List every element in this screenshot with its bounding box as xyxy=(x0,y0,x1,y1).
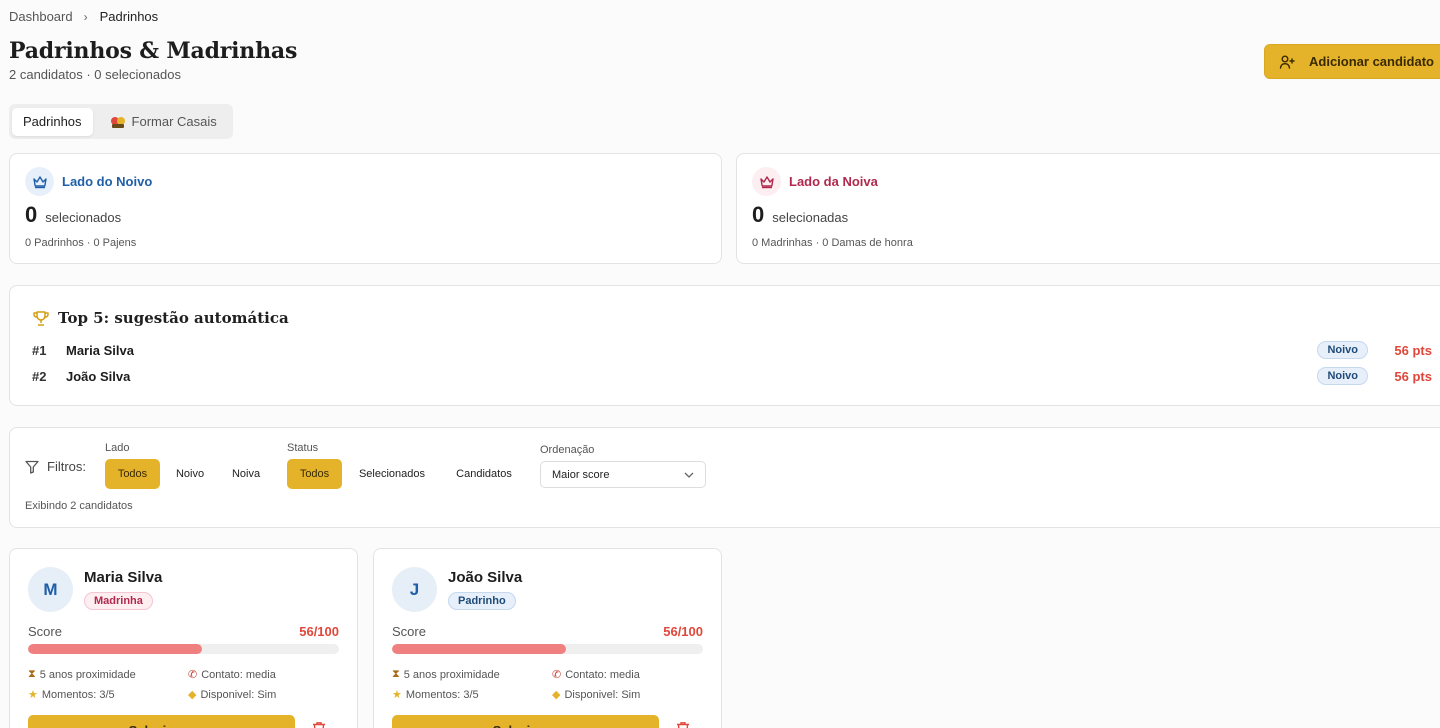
score-label: Score xyxy=(392,624,426,639)
rank-name: João Silva xyxy=(66,368,131,384)
rank-points: 56 pts xyxy=(1394,342,1432,358)
score-bar xyxy=(392,644,703,654)
contact-text: Contato: media xyxy=(201,668,276,681)
rank-points: 56 pts xyxy=(1394,368,1432,384)
sort-select-value: Maior score xyxy=(552,468,610,481)
avatar: M xyxy=(28,567,73,612)
contact-text: Contato: media xyxy=(565,668,640,681)
rank-number: #1 xyxy=(32,342,47,358)
lado-noivo-button[interactable]: Noivo xyxy=(165,459,215,489)
role-badge: Madrinha xyxy=(84,592,153,610)
crown-icon xyxy=(752,167,781,196)
tab-padrinhos[interactable]: Padrinhos xyxy=(12,107,93,136)
breadcrumb-current: Padrinhos xyxy=(99,9,159,24)
trash-icon[interactable] xyxy=(676,721,690,728)
page-title: Padrinhos & Madrinhas xyxy=(9,38,298,64)
top5-suggestion-card: Top 5: sugestão automática #1 Maria Silv… xyxy=(9,285,1440,406)
select-candidate-button[interactable]: Selecionar xyxy=(28,715,295,728)
lado-todos-button[interactable]: Todos xyxy=(105,459,160,489)
select-candidate-button[interactable]: Selecionar xyxy=(392,715,659,728)
ordenacao-label: Ordenação xyxy=(540,444,595,456)
lado-filter-label: Lado xyxy=(105,442,130,454)
score-bar-fill xyxy=(28,644,203,654)
phone-icon: ✆ xyxy=(188,669,198,681)
noivo-selected-count: 0 xyxy=(25,202,38,227)
noiva-breakdown: 0 Madrinhas · 0 Damas de honra xyxy=(752,237,913,249)
breadcrumb: Dashboard › Padrinhos xyxy=(9,9,158,24)
results-count: Exibindo 2 candidatos xyxy=(25,500,133,512)
handshake-icon: ◆ xyxy=(552,689,561,701)
side-badge: Noivo xyxy=(1317,341,1368,359)
role-badge: Padrinho xyxy=(448,592,516,610)
breadcrumb-dashboard-link[interactable]: Dashboard xyxy=(9,9,73,24)
chevron-right-icon: › xyxy=(83,9,88,24)
handshake-icon: ◆ xyxy=(188,689,197,701)
filter-icon xyxy=(25,460,39,474)
list-item[interactable]: #1 Maria Silva Noivo 56 pts xyxy=(32,340,1432,360)
trophy-icon xyxy=(33,310,49,326)
score-bar xyxy=(28,644,339,654)
status-todos-button[interactable]: Todos xyxy=(287,459,342,489)
avatar: J xyxy=(392,567,437,612)
filters-card: Filtros: Lado Todos Noivo Noiva Status T… xyxy=(9,427,1440,528)
noivo-count-label: selecionados xyxy=(45,210,122,225)
couple-icon xyxy=(110,116,125,128)
score-label: Score xyxy=(28,624,62,639)
star-icon: ★ xyxy=(28,689,38,701)
available-text: Disponivel: Sim xyxy=(564,688,641,701)
status-filter-label: Status xyxy=(287,442,319,454)
candidate-name: João Silva xyxy=(448,569,523,586)
candidate-card: J João Silva Padrinho Score 56/100 ⧗ 5 a… xyxy=(373,548,722,728)
available-text: Disponivel: Sim xyxy=(200,688,277,701)
moments-text: Momentos: 3/5 xyxy=(405,688,479,701)
score-value: 56/100 xyxy=(299,624,339,639)
phone-icon: ✆ xyxy=(552,669,562,681)
hourglass-icon: ⧗ xyxy=(28,668,36,680)
top5-title: Top 5: sugestão automática xyxy=(58,309,289,327)
list-item[interactable]: #2 João Silva Noivo 56 pts xyxy=(32,366,1432,386)
noivo-side-title: Lado do Noivo xyxy=(62,174,153,189)
page-subtitle: 2 candidatos · 0 selecionados xyxy=(9,67,182,82)
noiva-selected-count: 0 xyxy=(752,202,765,227)
noivo-side-card: Lado do Noivo 0 selecionados 0 Padrinhos… xyxy=(9,153,722,264)
noiva-side-title: Lado da Noiva xyxy=(789,174,878,189)
noiva-side-card: Lado da Noiva 0 selecionadas 0 Madrinhas… xyxy=(736,153,1440,264)
star-icon: ★ xyxy=(392,689,402,701)
status-selecionados-button[interactable]: Selecionados xyxy=(348,459,436,489)
view-tabs: Padrinhos Formar Casais xyxy=(9,104,233,139)
add-candidate-button[interactable]: Adicionar candidato xyxy=(1264,44,1440,79)
add-candidate-label: Adicionar candidato xyxy=(1309,54,1434,69)
moments-text: Momentos: 3/5 xyxy=(41,688,115,701)
candidate-card: M Maria Silva Madrinha Score 56/100 ⧗ 5 … xyxy=(9,548,358,728)
user-plus-icon xyxy=(1279,55,1295,69)
score-value: 56/100 xyxy=(663,624,703,639)
sort-select[interactable]: Maior score xyxy=(540,461,706,488)
tab-padrinhos-label: Padrinhos xyxy=(23,114,82,129)
chevron-down-icon xyxy=(684,472,694,478)
rank-name: Maria Silva xyxy=(66,342,134,358)
tab-formar-casais[interactable]: Formar Casais xyxy=(99,108,228,136)
lado-noiva-button[interactable]: Noiva xyxy=(221,459,271,489)
hourglass-icon: ⧗ xyxy=(392,668,400,680)
noiva-count-label: selecionadas xyxy=(772,210,849,225)
crown-icon xyxy=(25,167,54,196)
noivo-breakdown: 0 Padrinhos · 0 Pajens xyxy=(25,237,137,249)
filters-label: Filtros: xyxy=(47,459,86,474)
status-candidatos-button[interactable]: Candidatos xyxy=(444,459,524,489)
proximity-text: 5 anos proximidade xyxy=(403,668,500,681)
score-bar-fill xyxy=(392,644,567,654)
proximity-text: 5 anos proximidade xyxy=(39,668,136,681)
candidate-name: Maria Silva xyxy=(84,569,163,586)
side-badge: Noivo xyxy=(1317,367,1368,385)
tab-formar-casais-label: Formar Casais xyxy=(131,114,217,129)
trash-icon[interactable] xyxy=(312,721,326,728)
rank-number: #2 xyxy=(32,368,47,384)
